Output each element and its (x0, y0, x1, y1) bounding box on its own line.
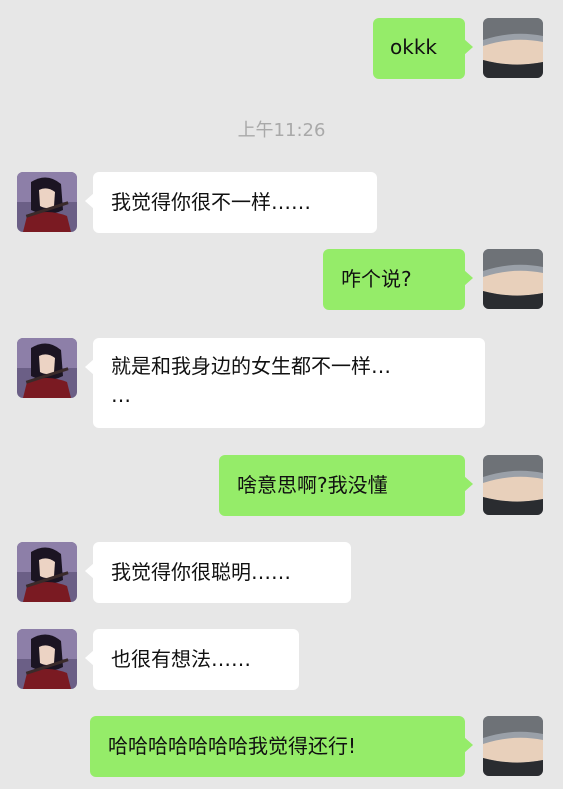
outgoing-message-bubble[interactable]: 啥意思啊?我没懂 (219, 455, 473, 516)
message-text: 我觉得你很不一样…… (111, 190, 311, 214)
contact-avatar[interactable] (17, 172, 77, 232)
outgoing-message-bubble[interactable]: 咋个说? (323, 249, 473, 310)
my-avatar[interactable] (483, 455, 543, 515)
message-text: 也很有想法…… (111, 647, 251, 671)
incoming-message-bubble[interactable]: 就是和我身边的女生都不一样… … (85, 338, 485, 428)
incoming-message-bubble[interactable]: 也很有想法…… (85, 629, 299, 690)
message-timestamp: 上午11:26 (237, 120, 326, 141)
anime-character-avatar-icon (17, 338, 77, 398)
message-text: okkk (390, 35, 437, 59)
my-avatar[interactable] (483, 18, 543, 78)
message-text: 哈哈哈哈哈哈哈我觉得还行! (108, 734, 357, 758)
message-text-line: 就是和我身边的女生都不一样… (111, 354, 391, 378)
message-text-line: … (111, 383, 131, 407)
torso-photo-avatar-icon (483, 249, 543, 309)
contact-avatar[interactable] (17, 542, 77, 602)
chat-window: okkk 上午11:26 我觉得你很不一样…… 咋个说? 就是和我身边的女生都不… (0, 0, 563, 789)
anime-character-avatar-icon (17, 629, 77, 689)
contact-avatar[interactable] (17, 629, 77, 689)
outgoing-message-bubble[interactable]: 哈哈哈哈哈哈哈我觉得还行! (90, 716, 473, 777)
my-avatar[interactable] (483, 716, 543, 776)
torso-photo-avatar-icon (483, 455, 543, 515)
anime-character-avatar-icon (17, 542, 77, 602)
incoming-message-bubble[interactable]: 我觉得你很不一样…… (85, 172, 377, 233)
torso-photo-avatar-icon (483, 716, 543, 776)
outgoing-message-bubble[interactable]: okkk (373, 18, 473, 79)
contact-avatar[interactable] (17, 338, 77, 398)
message-text: 咋个说? (341, 267, 412, 291)
message-text: 我觉得你很聪明…… (111, 560, 291, 584)
anime-character-avatar-icon (17, 172, 77, 232)
torso-photo-avatar-icon (483, 18, 543, 78)
message-text: 啥意思啊?我没懂 (237, 473, 388, 497)
incoming-message-bubble[interactable]: 我觉得你很聪明…… (85, 542, 351, 603)
my-avatar[interactable] (483, 249, 543, 309)
